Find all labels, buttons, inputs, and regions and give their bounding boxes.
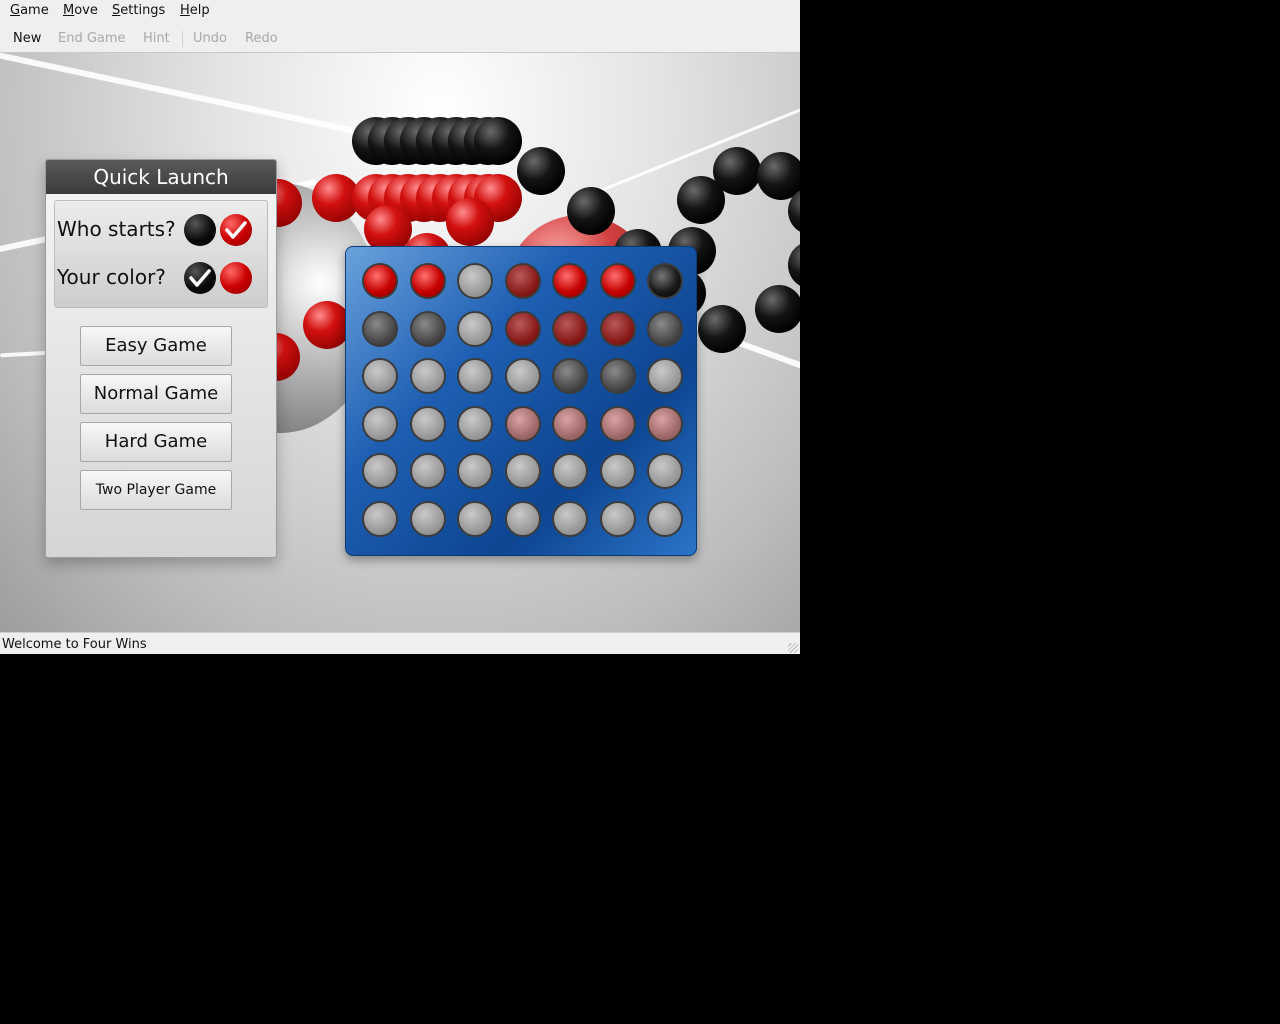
board-cell[interactable] bbox=[362, 358, 398, 395]
decorative-black-chip bbox=[517, 147, 565, 195]
resize-grip[interactable] bbox=[788, 643, 798, 653]
end-game-button[interactable]: End Game bbox=[58, 31, 126, 46]
two-player-game-button[interactable]: Two Player Game bbox=[80, 470, 232, 510]
board-cell[interactable] bbox=[362, 453, 398, 490]
board-cell[interactable] bbox=[504, 263, 541, 299]
board-cell[interactable] bbox=[599, 405, 636, 442]
board-cell[interactable] bbox=[647, 358, 683, 395]
board-cell[interactable] bbox=[647, 263, 683, 299]
toolbar: New End Game Hint Undo Redo bbox=[0, 22, 800, 53]
board-cell[interactable] bbox=[504, 405, 541, 442]
menu-move[interactable]: Move bbox=[63, 3, 98, 18]
menu-game-label: ame bbox=[20, 3, 49, 18]
menu-help-label: elp bbox=[189, 3, 210, 18]
board-cell[interactable] bbox=[552, 263, 588, 299]
board-cell[interactable] bbox=[409, 358, 446, 395]
decorative-black-chip bbox=[474, 117, 522, 165]
menu-game[interactable]: Game bbox=[10, 3, 49, 18]
board-cell[interactable] bbox=[599, 310, 636, 347]
board-cell[interactable] bbox=[504, 501, 541, 537]
board-cell[interactable] bbox=[599, 453, 636, 490]
your-color-black-chip[interactable] bbox=[184, 262, 216, 294]
board-cell[interactable] bbox=[457, 358, 493, 395]
quick-launch-panel: Quick Launch Who starts? Your color? Eas… bbox=[45, 159, 277, 558]
board-cell[interactable] bbox=[457, 453, 493, 490]
menu-help-accel: H bbox=[180, 3, 190, 18]
checkmark-icon bbox=[225, 221, 247, 239]
quick-launch-title: Quick Launch bbox=[46, 160, 276, 194]
board-cell[interactable] bbox=[362, 501, 398, 537]
undo-button[interactable]: Undo bbox=[193, 31, 227, 46]
statusbar: Welcome to Four Wins bbox=[0, 632, 800, 654]
board-cell[interactable] bbox=[409, 405, 446, 442]
board-cell[interactable] bbox=[599, 501, 636, 537]
menu-help[interactable]: Help bbox=[180, 3, 210, 18]
board-cell[interactable] bbox=[409, 263, 446, 299]
board-cell[interactable] bbox=[552, 453, 588, 490]
checkmark-icon bbox=[189, 269, 211, 287]
board-cell[interactable] bbox=[457, 263, 493, 299]
hint-button[interactable]: Hint bbox=[143, 31, 170, 46]
board-cell[interactable] bbox=[409, 501, 446, 537]
board-cell[interactable] bbox=[599, 358, 636, 395]
game-canvas[interactable]: Quick Launch Who starts? Your color? Eas… bbox=[0, 53, 800, 632]
board-cell[interactable] bbox=[647, 453, 683, 490]
menu-move-label: ove bbox=[74, 3, 98, 18]
new-button[interactable]: New bbox=[13, 31, 41, 46]
your-color-red-chip[interactable] bbox=[220, 262, 252, 294]
hard-game-button[interactable]: Hard Game bbox=[80, 422, 232, 462]
decorative-black-chip bbox=[698, 305, 746, 353]
board-cell[interactable] bbox=[457, 405, 493, 442]
menu-move-accel: M bbox=[63, 3, 75, 18]
board-cell[interactable] bbox=[457, 310, 493, 347]
who-starts-label: Who starts? bbox=[57, 217, 176, 241]
decorative-black-chip bbox=[755, 285, 800, 333]
board-cell[interactable] bbox=[552, 310, 588, 347]
easy-game-button[interactable]: Easy Game bbox=[80, 326, 232, 366]
who-starts-red-chip[interactable] bbox=[220, 214, 252, 246]
decorative-black-chip bbox=[567, 187, 615, 235]
toolbar-separator bbox=[182, 31, 183, 47]
quick-launch-options: Who starts? Your color? bbox=[54, 200, 268, 308]
background-swoosh bbox=[0, 53, 397, 143]
board-cell[interactable] bbox=[504, 310, 541, 347]
board-cell[interactable] bbox=[457, 501, 493, 537]
board-cell[interactable] bbox=[552, 358, 588, 395]
decorative-black-chip bbox=[788, 241, 800, 289]
board-cell[interactable] bbox=[647, 310, 683, 347]
status-text: Welcome to Four Wins bbox=[2, 637, 147, 652]
board-cell[interactable] bbox=[552, 405, 588, 442]
board-cell[interactable] bbox=[647, 405, 683, 442]
redo-button[interactable]: Redo bbox=[245, 31, 278, 46]
menu-settings[interactable]: Settings bbox=[112, 3, 165, 18]
board-cell[interactable] bbox=[409, 453, 446, 490]
board-cell[interactable] bbox=[409, 310, 446, 347]
normal-game-button[interactable]: Normal Game bbox=[80, 374, 232, 414]
your-color-label: Your color? bbox=[57, 265, 166, 289]
menu-settings-label: ettings bbox=[120, 3, 166, 18]
board-cell[interactable] bbox=[599, 263, 636, 299]
board-cell[interactable] bbox=[362, 310, 398, 347]
decorative-black-chip bbox=[713, 147, 761, 195]
decorative-red-chip bbox=[303, 301, 351, 349]
menu-game-accel: G bbox=[10, 3, 21, 18]
game-board[interactable] bbox=[345, 246, 697, 556]
board-cell[interactable] bbox=[362, 405, 398, 442]
board-cell[interactable] bbox=[552, 501, 588, 537]
app-window: Game Move Settings Help New End Game Hin… bbox=[0, 0, 800, 654]
board-cell[interactable] bbox=[362, 263, 398, 299]
decorative-red-chip bbox=[446, 198, 494, 246]
decorative-black-chip bbox=[757, 152, 800, 200]
who-starts-black-chip[interactable] bbox=[184, 214, 216, 246]
menubar: Game Move Settings Help bbox=[0, 0, 800, 22]
board-cell[interactable] bbox=[504, 358, 541, 395]
board-cell[interactable] bbox=[647, 501, 683, 537]
board-cell[interactable] bbox=[504, 453, 541, 490]
